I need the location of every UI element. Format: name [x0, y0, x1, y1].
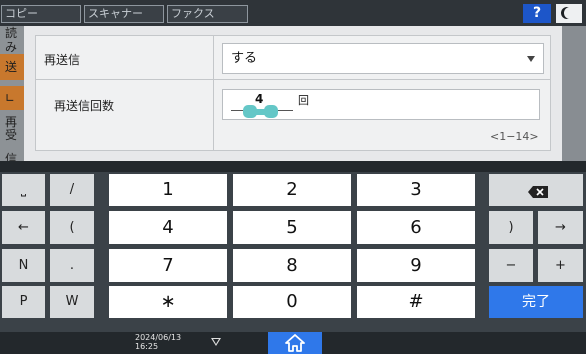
hide-keyboard-icon-inner: [213, 339, 219, 344]
key-9[interactable]: 9: [357, 249, 475, 282]
key-p[interactable]: P: [2, 286, 45, 318]
copier-screen: コピー スキャナー ファクス ? 読み 送信 ∟再 受信 再送信 する 再送信回…: [0, 0, 586, 354]
selection-handle-left[interactable]: [243, 105, 257, 118]
status-time: 16:25: [135, 342, 159, 351]
key-2[interactable]: 2: [233, 174, 351, 206]
resend-count-label: 再送信回数: [54, 99, 115, 113]
setting-panel: 再送信 する 再送信回数 4 回 <1−14>: [24, 26, 562, 161]
key-slash[interactable]: /: [50, 174, 94, 206]
resend-row: 再送信 する: [36, 36, 550, 80]
menu-item-resend: ∟再: [0, 86, 24, 129]
tab-fax[interactable]: ファクス: [167, 5, 248, 23]
key-paren-close[interactable]: ): [489, 211, 533, 244]
key-space[interactable]: ⎵: [2, 174, 45, 206]
resend-count-row: 再送信回数 4 回 <1−14>: [36, 80, 550, 150]
selection-handle-right[interactable]: [264, 105, 278, 118]
home-button[interactable]: [268, 332, 322, 354]
key-hash[interactable]: #: [357, 286, 475, 318]
moon-icon: [564, 7, 576, 19]
menu-item-receive: 受信: [5, 128, 18, 166]
status-bar: 2024/06/13 16:25: [0, 332, 586, 354]
key-5[interactable]: 5: [233, 211, 351, 244]
status-date: 2024/06/13: [135, 333, 182, 342]
key-n[interactable]: N: [2, 249, 45, 282]
dropdown-arrow-icon: [527, 56, 535, 62]
menu-item-send: 送信: [0, 54, 24, 100]
resend-count-input[interactable]: 4 回: [222, 89, 540, 120]
resend-count-unit: 回: [298, 94, 309, 107]
key-8[interactable]: 8: [233, 249, 351, 282]
numeric-keypad: ⎵ / ← ( N . P W 1 2 3 4 5 6 7 8 9 ∗ 0 # …: [0, 161, 586, 332]
range-hint: <1−14>: [490, 130, 539, 143]
menu-item-read: 読み: [5, 26, 18, 54]
done-button[interactable]: 完了: [489, 286, 583, 318]
key-3[interactable]: 3: [357, 174, 475, 206]
background-right: [562, 26, 586, 161]
backspace-icon: [528, 186, 548, 198]
resend-select-value: する: [231, 51, 258, 66]
key-w[interactable]: W: [50, 286, 94, 318]
key-cursor-left[interactable]: ←: [2, 211, 45, 244]
key-plus[interactable]: +: [538, 249, 583, 282]
clock: 2024/06/13 16:25: [135, 333, 181, 351]
resend-select[interactable]: する: [222, 43, 544, 74]
key-paren-open[interactable]: (: [50, 211, 94, 244]
home-icon: [285, 334, 305, 352]
resend-count-value: 4: [255, 92, 264, 106]
key-backspace[interactable]: [489, 174, 583, 206]
tab-scanner[interactable]: スキャナー: [84, 5, 164, 23]
key-7[interactable]: 7: [109, 249, 227, 282]
resend-label: 再送信: [44, 53, 81, 67]
key-asterisk[interactable]: ∗: [109, 286, 227, 318]
tab-copy[interactable]: コピー: [1, 5, 81, 23]
key-0[interactable]: 0: [233, 286, 351, 318]
keypad-header: [0, 161, 586, 172]
key-4[interactable]: 4: [109, 211, 227, 244]
key-period[interactable]: .: [50, 249, 94, 282]
setting-card: 再送信 する 再送信回数 4 回 <1−14>: [35, 35, 551, 151]
key-6[interactable]: 6: [357, 211, 475, 244]
top-bar: コピー スキャナー ファクス ?: [0, 0, 586, 26]
background-menu: 読み 送信 ∟再 受信: [0, 26, 24, 166]
energy-saver-button[interactable]: [556, 4, 582, 23]
help-button[interactable]: ?: [523, 4, 551, 23]
key-1[interactable]: 1: [109, 174, 227, 206]
key-minus[interactable]: −: [489, 249, 533, 282]
key-cursor-right[interactable]: →: [538, 211, 583, 244]
